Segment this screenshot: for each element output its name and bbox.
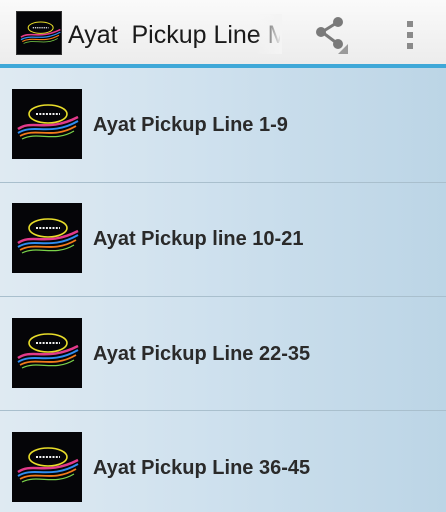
list-item-label: Ayat Pickup Line 36-45 <box>93 457 311 479</box>
list-item[interactable]: Ayat Pickup Line 22-35 <box>0 297 446 411</box>
app-logo-icon[interactable] <box>16 11 62 55</box>
list-item[interactable]: Ayat Pickup Line 36-45 <box>0 411 446 512</box>
title-fade <box>256 14 282 54</box>
list-item-label: Ayat Pickup Line 22-35 <box>93 343 311 365</box>
app-logo-icon <box>12 318 82 388</box>
app-logo-icon <box>12 432 82 502</box>
list-item-label: Ayat Pickup Line 1-9 <box>93 114 288 136</box>
action-bar: Ayat Pickup Line M <box>0 0 446 64</box>
share-icon <box>316 17 348 54</box>
app-logo-icon <box>12 203 82 273</box>
app-logo-icon <box>12 89 82 159</box>
share-button[interactable] <box>306 12 354 58</box>
app-title: Ayat Pickup Line M <box>68 21 280 49</box>
list-item-label: Ayat Pickup line 10-21 <box>93 228 304 250</box>
overflow-menu-button[interactable] <box>392 12 428 58</box>
list-item[interactable]: Ayat Pickup line 10-21 <box>0 183 446 297</box>
chapter-list: Ayat Pickup Line 1-9 Ayat Pickup line 10… <box>0 68 446 512</box>
overflow-menu-icon <box>407 21 413 49</box>
list-item[interactable]: Ayat Pickup Line 1-9 <box>0 68 446 182</box>
